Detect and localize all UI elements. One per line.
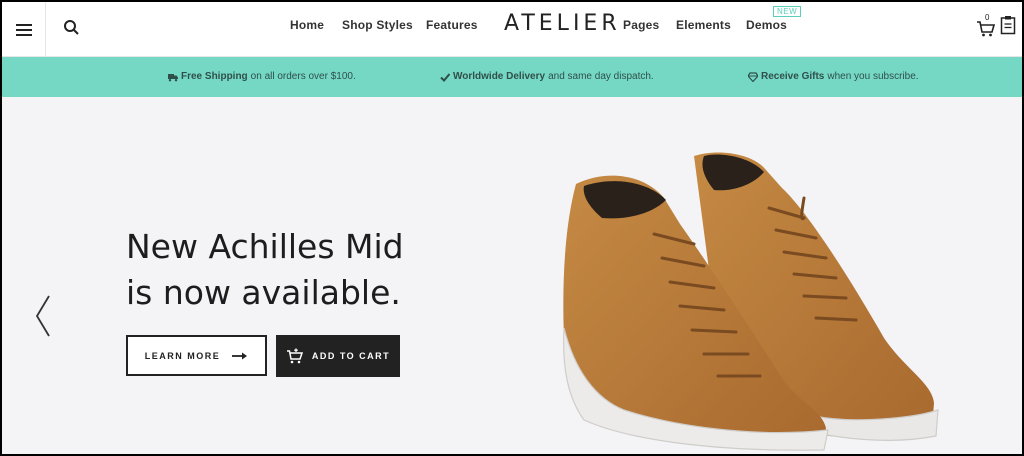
learn-more-button[interactable]: LEARN MORE (126, 335, 267, 376)
arrow-right-icon (232, 352, 248, 359)
info-worldwide-delivery-title: Worldwide Delivery (453, 71, 546, 82)
info-worldwide-delivery-text: and same day dispatch. (548, 71, 654, 82)
cart-count: 0 (985, 13, 990, 22)
nav-demos[interactable]: Demos (746, 18, 787, 32)
page: Home Shop Styles Features ATELIER Pages … (2, 2, 1022, 454)
info-receive-gifts-text: when you subscribe. (827, 71, 919, 82)
search-icon (64, 20, 79, 35)
wishlist-icon (1000, 16, 1016, 35)
site-header: Home Shop Styles Features ATELIER Pages … (2, 2, 1022, 57)
diamond-icon (748, 71, 758, 82)
info-worldwide-delivery: Worldwide Delivery and same day dispatch… (440, 71, 654, 82)
slider-prev-button[interactable] (34, 294, 52, 338)
nav-elements[interactable]: Elements (676, 18, 731, 32)
hero-product-image (563, 152, 939, 451)
info-receive-gifts: Receive Gifts when you subscribe. (748, 71, 919, 82)
hero-title-line-1: New Achilles Mid (126, 227, 404, 266)
chevron-left-icon (35, 295, 50, 337)
info-free-shipping-text: on all orders over $100. (250, 71, 356, 82)
add-to-cart-label: ADD TO CART (311, 351, 391, 361)
hamburger-menu-icon (15, 23, 32, 36)
search-button[interactable] (60, 16, 84, 40)
site-logo[interactable]: ATELIER (504, 11, 621, 36)
menu-button[interactable] (2, 2, 46, 57)
nav-pages[interactable]: Pages (623, 18, 659, 32)
new-badge: NEW (773, 6, 802, 17)
truck-icon (168, 73, 178, 81)
nav-shop-styles[interactable]: Shop Styles (342, 18, 413, 32)
info-free-shipping: Free Shipping on all orders over $100. (168, 71, 356, 82)
info-receive-gifts-title: Receive Gifts (761, 71, 825, 82)
learn-more-label: LEARN MORE (144, 350, 221, 361)
wishlist-button[interactable] (1000, 15, 1016, 35)
hero-title-line-2: is now available. (126, 273, 401, 312)
info-bar: Free Shipping on all orders over $100. W… (2, 57, 1022, 97)
hero-title: New Achilles Mid is now available. (126, 224, 404, 316)
add-to-cart-icon (286, 348, 303, 364)
nav-home[interactable]: Home (290, 18, 324, 32)
nav-features[interactable]: Features (426, 18, 478, 32)
check-icon (440, 72, 450, 82)
info-free-shipping-title: Free Shipping (181, 71, 248, 82)
add-to-cart-button[interactable]: ADD TO CART (276, 335, 400, 377)
